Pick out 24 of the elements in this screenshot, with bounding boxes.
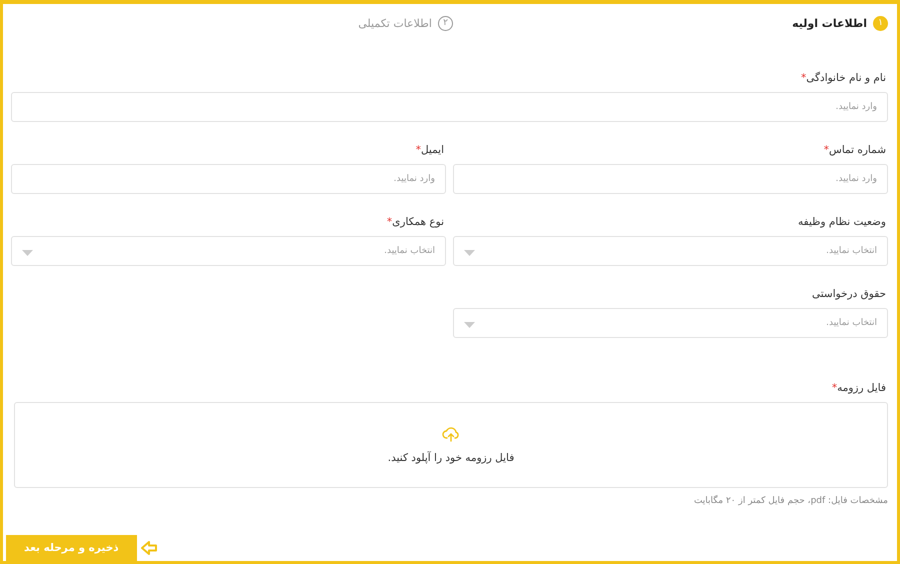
input-field[interactable]: وارد نمایید. [11,92,888,122]
field-label: نوع همکاری* [386,216,445,230]
select-field[interactable]: انتخاب نمایید. [453,308,888,338]
input-field[interactable]: وارد نمایید. [453,164,888,194]
caret-icon [22,250,33,256]
save-next-button[interactable]: ذخیره و مرحله بعد [6,535,137,561]
field-label: نام و نام خانوادگی* [800,72,887,86]
upload-prompt: فایل رزومه خود را آپلود کنید. [388,452,514,464]
field-label: حقوق درخواستی [810,288,887,302]
upload-area[interactable]: فایل رزومه خود را آپلود کنید. [14,402,888,488]
step-tab[interactable]: ۲ اطلاعات تکمیلی [18,16,453,30]
field-label: فایل رزومه* [830,382,887,396]
caret-icon [464,322,475,328]
select-field[interactable]: انتخاب نمایید. [11,236,446,266]
caret-icon [464,250,475,256]
step-tab[interactable]: ۱ اطلاعات اولیه [453,16,888,30]
field-label: شماره تماس* [822,144,887,158]
input-field[interactable]: وارد نمایید. [11,164,446,194]
file-note: مشخصات فایل: pdf، حجم فایل کمتر از ۲۰ مگابایت [692,496,888,506]
arrow-left-icon [140,541,157,555]
select-field[interactable]: انتخاب نمایید. [453,236,888,266]
field-label: وضعیت نظام وظیفه [797,216,887,230]
field-label: ایمیل* [414,144,445,158]
cloud-upload-icon [442,426,460,442]
